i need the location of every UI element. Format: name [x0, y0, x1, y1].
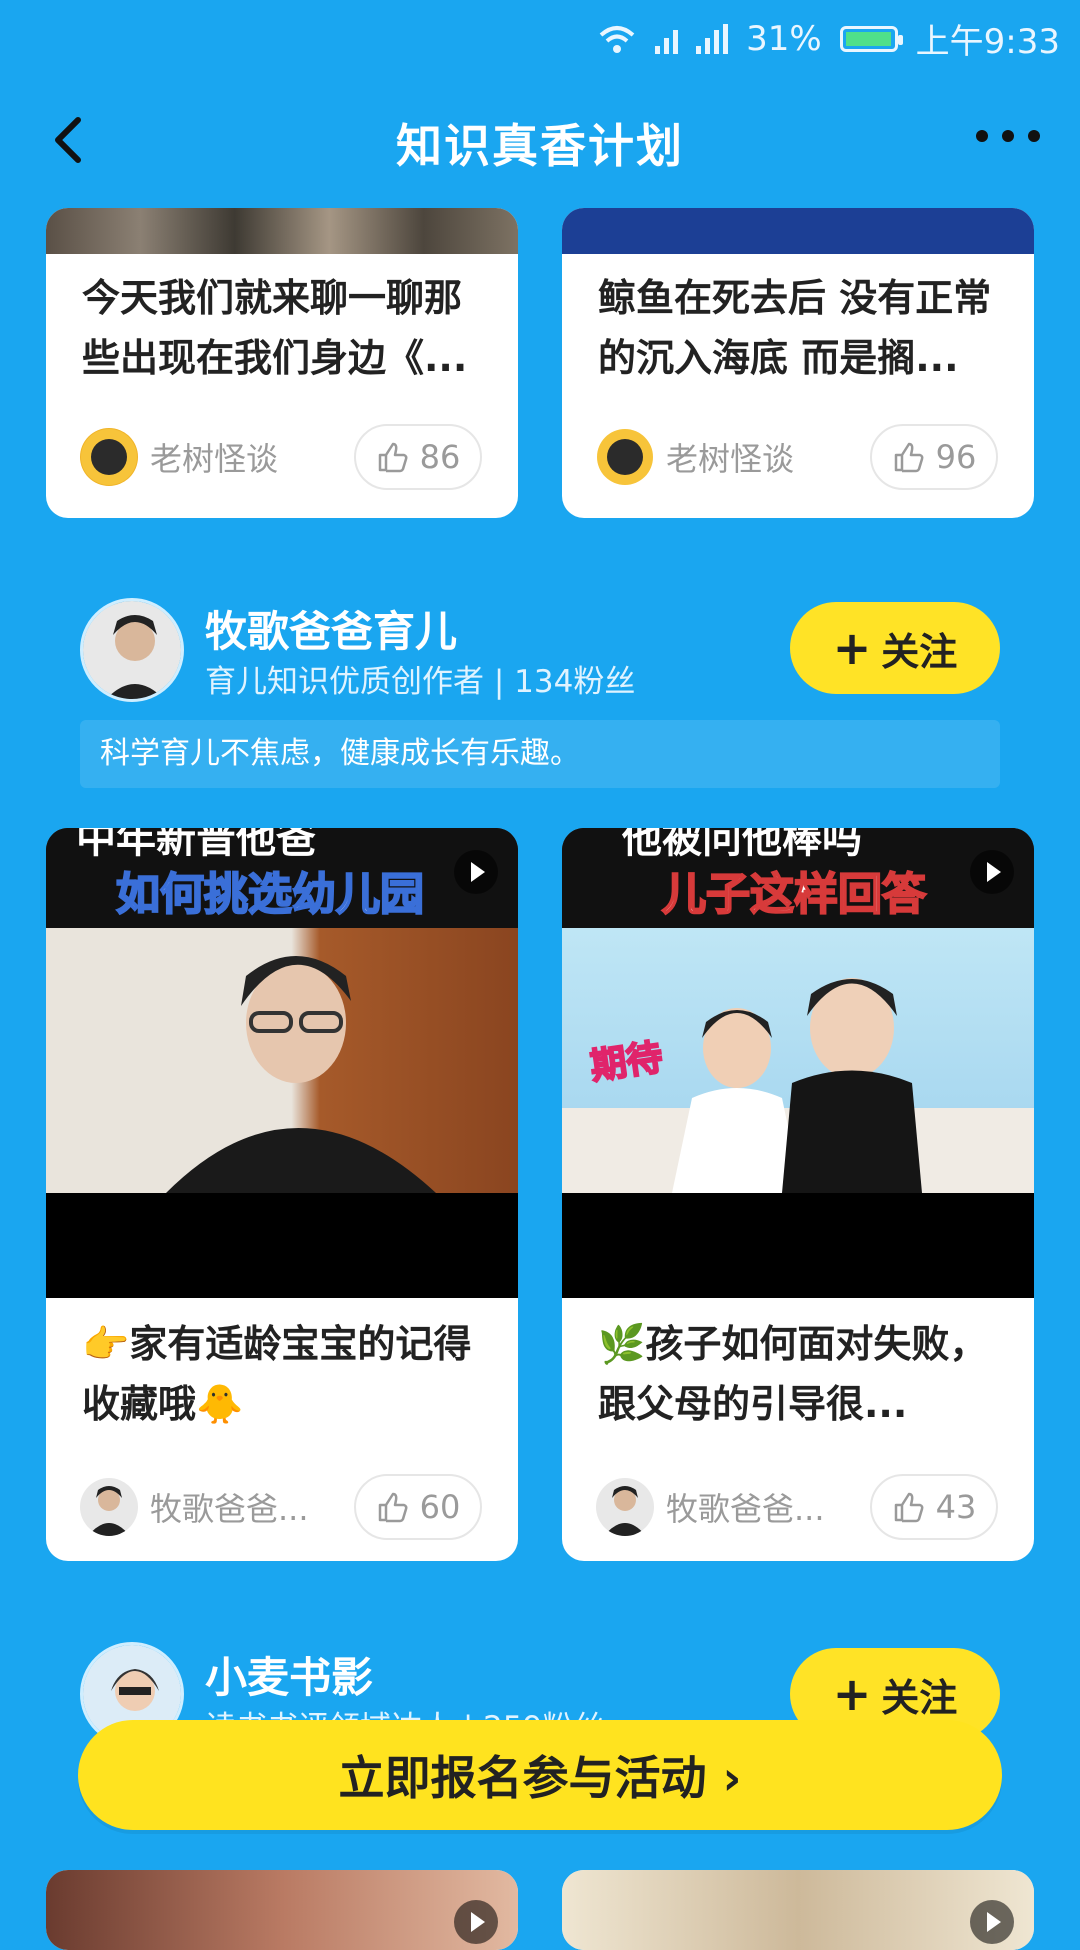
thumbs-up-icon [378, 1492, 408, 1523]
play-icon [454, 1900, 498, 1944]
author-name: 牧歌爸爸... [150, 1490, 309, 1528]
thumbs-up-icon [894, 442, 924, 473]
badge-text: 期待 [587, 1036, 666, 1089]
video-card[interactable] [46, 1870, 518, 1950]
video-thumbnail: 中年新晋他爸 如何挑选幼儿园 [46, 828, 518, 1298]
creator-slogan: 科学育儿不焦虑，健康成长有乐趣。 [80, 720, 1000, 788]
post-card[interactable]: 鲸鱼在死去后 没有正常的沉入海底 而是搁... 老树怪谈 96 [562, 208, 1034, 518]
follow-button[interactable]: + 关注 [790, 602, 1000, 694]
follow-label: 关注 [881, 629, 958, 674]
author-name: 老树怪谈 [150, 440, 279, 478]
plus-icon: + [832, 1667, 872, 1721]
author-avatar [80, 428, 138, 486]
like-button[interactable]: 60 [354, 1474, 482, 1540]
more-options-icon[interactable] [976, 130, 1040, 142]
like-count: 60 [419, 1488, 461, 1526]
like-count: 43 [935, 1488, 977, 1526]
video-caption: 🌿孩子如何面对失败，跟父母的引导很... [598, 1322, 988, 1426]
post-author[interactable]: 老树怪谈 [80, 428, 278, 486]
like-button[interactable]: 86 [354, 424, 482, 490]
video-thumbnail [562, 1870, 1034, 1950]
creator-description: 育儿知识优质创作者 | 134粉丝 [205, 664, 636, 700]
post-author[interactable]: 牧歌爸爸... [80, 1478, 309, 1536]
thumbs-up-icon [894, 1492, 924, 1523]
video-thumbnail [46, 1870, 518, 1950]
clock: 上午9:33 [915, 22, 1060, 62]
signal-icon [655, 24, 679, 54]
status-bar: 31% 上午9:33 [0, 0, 1080, 80]
video-card[interactable]: 中年新晋他爸 如何挑选幼儿园 👉家有适龄宝宝的记得收藏哦🐥 牧歌爸爸... 60 [46, 828, 518, 1561]
like-count: 96 [935, 438, 977, 476]
creator-name[interactable]: 小麦书影 [205, 1644, 373, 1705]
signup-button[interactable]: 立即报名参与活动 › [78, 1720, 1002, 1830]
author-name: 老树怪谈 [666, 440, 795, 478]
play-icon [454, 850, 498, 894]
creator-avatar[interactable] [80, 598, 184, 702]
video-card[interactable]: 他被问他棒吗 儿子这样回答 期待 🌿孩子如何面对失败，跟父母的引导很... 牧歌… [562, 828, 1034, 1561]
author-avatar [596, 1478, 654, 1536]
like-button[interactable]: 96 [870, 424, 998, 490]
post-thumbnail [562, 208, 1034, 254]
post-caption: 今天我们就来聊一聊那些出现在我们身边《... [82, 276, 468, 380]
post-caption: 鲸鱼在死去后 没有正常的沉入海底 而是搁... [598, 276, 992, 380]
thumbs-up-icon [378, 442, 408, 473]
video-caption: 👉家有适龄宝宝的记得收藏哦🐥 [82, 1322, 472, 1426]
author-avatar [80, 1478, 138, 1536]
follow-label: 关注 [881, 1675, 958, 1720]
overlay-text-2: 如何挑选幼儿园 [115, 868, 425, 921]
wifi-icon [599, 25, 635, 53]
top-nav: 知识真香计划 [0, 90, 1080, 190]
post-author[interactable]: 老树怪谈 [596, 428, 794, 486]
play-icon [970, 1900, 1014, 1944]
post-thumbnail [46, 208, 518, 254]
video-thumbnail: 他被问他棒吗 儿子这样回答 期待 [562, 828, 1034, 1298]
plus-icon: + [832, 621, 872, 675]
overlay-text-2: 儿子这样回答 [661, 868, 927, 921]
creator-name[interactable]: 牧歌爸爸育儿 [205, 598, 457, 659]
like-button[interactable]: 43 [870, 1474, 998, 1540]
author-avatar [596, 428, 654, 486]
video-card[interactable] [562, 1870, 1034, 1950]
author-name: 牧歌爸爸... [666, 1490, 825, 1528]
post-card[interactable]: 今天我们就来聊一聊那些出现在我们身边《... 老树怪谈 86 [46, 208, 518, 518]
signal-icon-2 [696, 23, 729, 54]
like-count: 86 [419, 438, 461, 476]
page-title: 知识真香计划 [396, 119, 684, 173]
play-icon [970, 850, 1014, 894]
post-author[interactable]: 牧歌爸爸... [596, 1478, 825, 1536]
person-graphic [166, 956, 436, 1193]
battery-percent: 31% [746, 18, 822, 59]
battery-icon [839, 25, 903, 52]
